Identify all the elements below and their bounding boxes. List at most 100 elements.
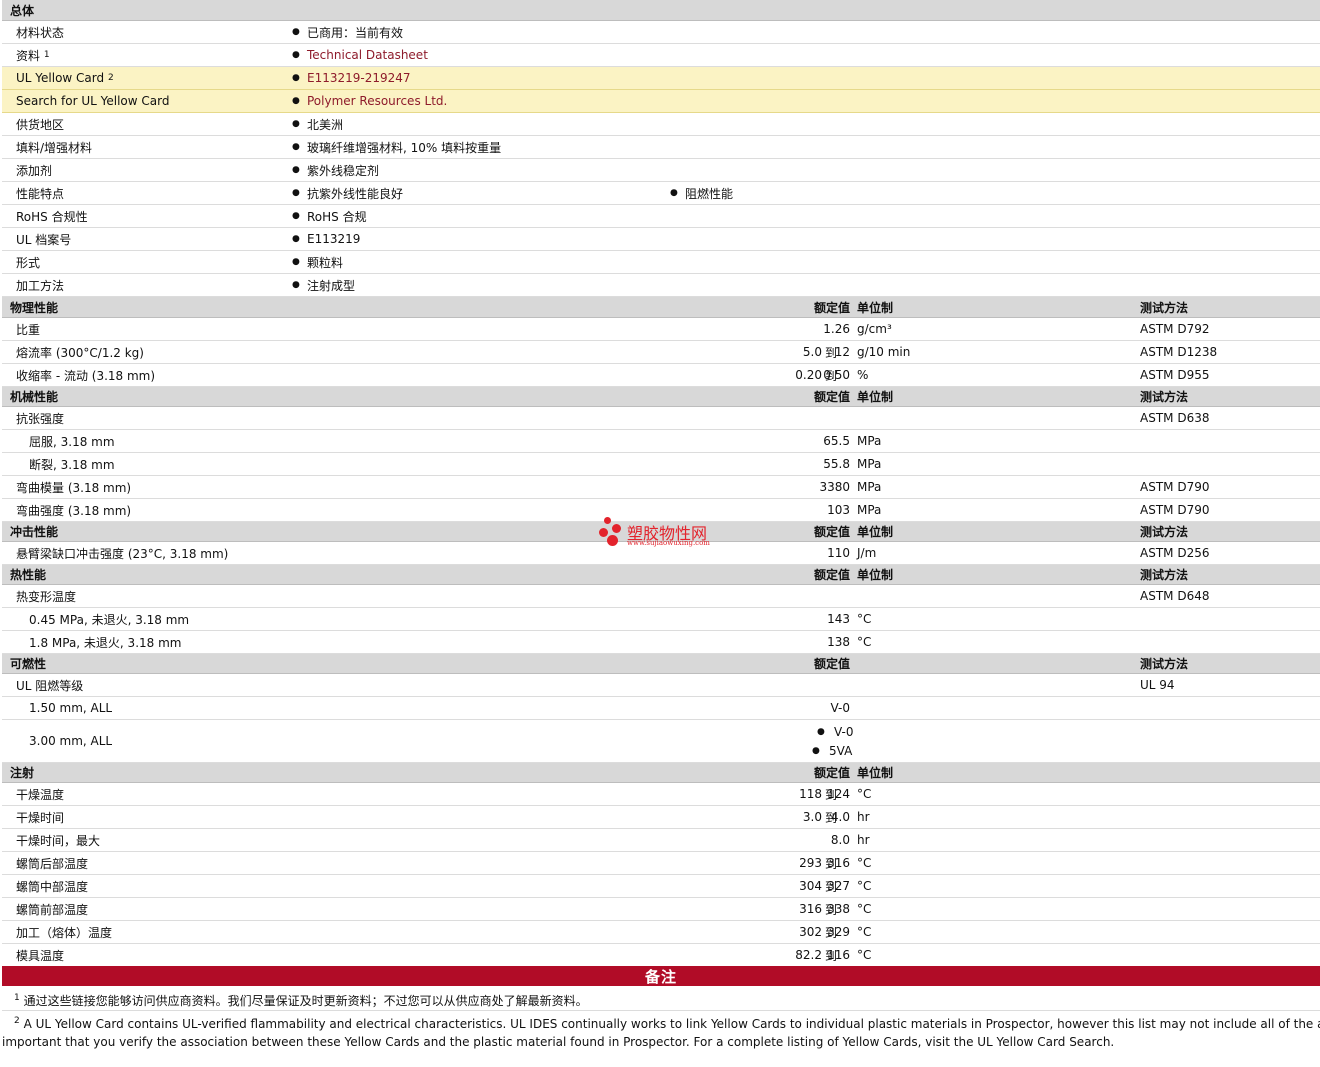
section-title: 总体 <box>10 3 35 18</box>
range-low: 293 <box>799 856 822 870</box>
row-rohs: RoHS 合规性 ● RoHS 合规 <box>2 205 1320 228</box>
datasheet-link[interactable]: Technical Datasheet <box>307 44 428 66</box>
footnote-text: A UL Yellow Card contains UL-verified fl… <box>23 1017 1320 1031</box>
row-label: 熔流率 (300°C/1.2 kg) <box>16 345 144 360</box>
watermark-url: www.sujiaowuxing.com <box>627 539 710 547</box>
col-nominal: 额定值 <box>813 300 850 315</box>
section-header-mechanical: 机械性能 额定值 单位制 测试方法 <box>2 387 1320 407</box>
bullet-icon: ● <box>292 188 300 198</box>
col-unit: 单位制 <box>857 568 894 582</box>
row-tensile-yield: 屈服, 3.18 mm 65.5 MPa <box>2 430 1320 453</box>
row-unit: % <box>857 368 869 382</box>
footnote-2: 2 A UL Yellow Card contains UL-verified … <box>2 1012 1320 1051</box>
row-unit: MPa <box>857 503 882 517</box>
col-method: 测试方法 <box>1140 525 1189 539</box>
row-label: 添加剂 <box>16 163 53 178</box>
col-method: 测试方法 <box>1140 300 1189 315</box>
col-nominal: 额定值 <box>813 525 850 539</box>
watermark-logo: 塑胶物性网 www.sujiaowuxing.com <box>597 516 727 550</box>
col-nominal: 额定值 <box>813 390 850 404</box>
row-unit: °C <box>857 879 872 893</box>
row-label: RoHS 合规性 <box>16 209 88 224</box>
row-value: 110 <box>827 546 850 560</box>
footnote-ref[interactable]: 2 <box>108 73 114 83</box>
bullet-icon: ● <box>292 73 300 83</box>
footnote-1: 1 通过这些链接您能够访问供应商资料。我们尽量保证及时更新资料；不过您可以从供应… <box>2 989 1320 1011</box>
row-flex-modulus: 弯曲模量 (3.18 mm) 3380 MPa ASTM D790 <box>2 476 1320 499</box>
row-melt-flow: 熔流率 (300°C/1.2 kg) 5.0 到 12 g/10 min AST… <box>2 341 1320 364</box>
row-unit: °C <box>857 902 872 916</box>
range-low: 5.0 <box>802 345 822 359</box>
row-value: RoHS 合规 <box>307 209 367 224</box>
row-label: 抗张强度 <box>16 411 65 426</box>
col-method: 测试方法 <box>1140 390 1189 404</box>
row-method: UL 94 <box>1140 678 1175 692</box>
section-title: 物理性能 <box>10 300 59 315</box>
row-label: 加工（熔体）温度 <box>16 925 113 940</box>
range-low: 3.0 <box>802 810 822 824</box>
row-method: ASTM D790 <box>1140 503 1210 517</box>
row-injection: 模具温度 82.2 到 116 °C <box>2 944 1320 966</box>
row-value: 143 <box>827 612 850 626</box>
row-label: 干燥时间，最大 <box>16 833 101 848</box>
row-value: 5VA <box>829 744 853 758</box>
row-shrinkage: 收缩率 - 流动 (3.18 mm) 0.20 到 0.50 % ASTM D9… <box>2 364 1320 387</box>
col-nominal: 额定值 <box>813 568 850 582</box>
row-unit: MPa <box>857 480 882 494</box>
row-unit: °C <box>857 612 872 626</box>
range-high: 0.50 <box>823 368 850 382</box>
row-ul-file: UL 档案号 ● E113219 <box>2 228 1320 251</box>
row-injection: 螺筒前部温度 316 到 338 °C <box>2 898 1320 921</box>
row-label: 弯曲模量 (3.18 mm) <box>16 480 132 495</box>
row-method: ASTM D792 <box>1140 322 1210 336</box>
row-value: E113219 <box>307 232 361 246</box>
row-value: 1.26 <box>823 322 850 336</box>
row-label: 供货地区 <box>16 117 65 132</box>
row-value: 玻璃纤维增强材料, 10% 填料按重量 <box>307 140 502 155</box>
row-label: 模具温度 <box>16 948 65 963</box>
row-method: ASTM D790 <box>1140 480 1210 494</box>
row-value: 颗粒料 <box>307 255 344 270</box>
row-injection: 加工（熔体）温度 302 到 329 °C <box>2 921 1320 944</box>
row-value: 8.0 <box>830 833 850 847</box>
footnote-ref[interactable]: 1 <box>44 50 50 60</box>
row-unit: g/10 min <box>857 345 911 359</box>
col-nominal: 额定值 <box>813 657 850 671</box>
col-method: 测试方法 <box>1140 568 1189 582</box>
row-label: UL 档案号 <box>16 232 72 247</box>
row-label: 0.45 MPa, 未退火, 3.18 mm <box>29 612 190 627</box>
range-low: 304 <box>799 879 822 893</box>
row-label: 3.00 mm, ALL <box>29 734 113 748</box>
row-injection: 螺筒中部温度 304 到 327 °C <box>2 875 1320 898</box>
row-dtul-045: 0.45 MPa, 未退火, 3.18 mm 143 °C <box>2 608 1320 631</box>
row-unit: °C <box>857 787 872 801</box>
bullet-icon: ● <box>292 257 300 267</box>
row-ul94-300: 3.00 mm, ALL ● V-0 ● 5VA <box>2 720 1320 763</box>
footnote-text: 通过这些链接您能够访问供应商资料。我们尽量保证及时更新资料；不过您可以从供应商处… <box>23 994 588 1008</box>
row-value: 55.8 <box>823 457 850 471</box>
row-literature: 资料 1 ● Technical Datasheet <box>2 44 1320 67</box>
range-high: 316 <box>827 856 850 870</box>
section-title: 注射 <box>10 766 35 780</box>
yellow-card-link[interactable]: E113219-219247 <box>307 67 411 89</box>
row-search-ul: Search for UL Yellow Card ● Polymer Reso… <box>2 90 1320 113</box>
row-unit: hr <box>857 810 870 824</box>
bullet-icon: ● <box>292 234 300 244</box>
row-label: 填料/增强材料 <box>16 140 93 155</box>
row-label: 干燥时间 <box>16 810 65 825</box>
row-value: 3380 <box>819 480 850 494</box>
range-low: 118 <box>799 787 822 801</box>
row-injection: 螺筒后部温度 293 到 316 °C <box>2 852 1320 875</box>
section-header-thermal: 热性能 额定值 单位制 测试方法 <box>2 565 1320 585</box>
row-features: 性能特点 ● 抗紫外线性能良好 ● 阻燃性能 <box>2 182 1320 205</box>
supplier-search-link[interactable]: Polymer Resources Ltd. <box>307 90 447 112</box>
row-label: 螺筒后部温度 <box>16 856 89 871</box>
row-label: UL 阻燃等级 <box>16 678 84 693</box>
range-low: 82.2 <box>795 948 822 962</box>
section-title: 热性能 <box>10 568 47 582</box>
row-label: 螺筒中部温度 <box>16 879 89 894</box>
row-method: ASTM D1238 <box>1140 345 1218 359</box>
row-dtul: 热变形温度 ASTM D648 <box>2 585 1320 608</box>
section-header-physical: 物理性能 额定值 单位制 测试方法 <box>2 297 1320 318</box>
row-specific-gravity: 比重 1.26 g/cm³ ASTM D792 <box>2 318 1320 341</box>
